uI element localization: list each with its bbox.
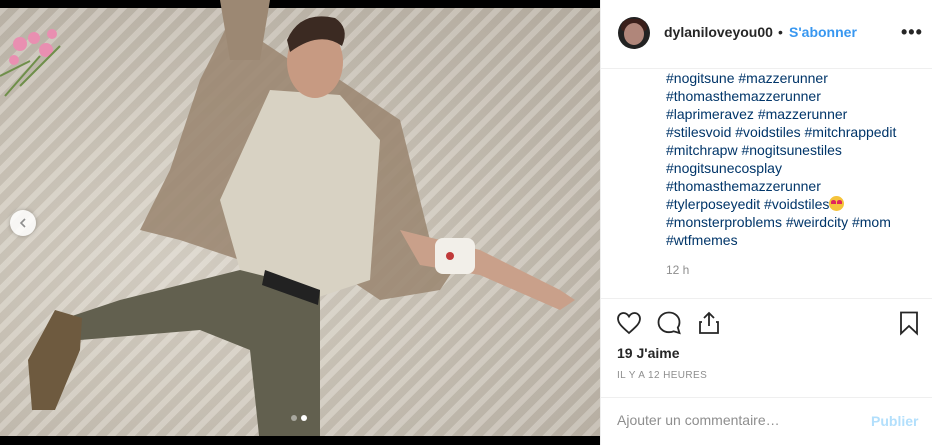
- media-bottom-edge: [0, 436, 600, 445]
- caption-line[interactable]: #thomasthemazzerunner: [666, 177, 928, 195]
- post-timestamp[interactable]: IL Y A 12 HEURES: [617, 370, 707, 381]
- likes-count[interactable]: 19 J'aime: [617, 345, 680, 361]
- caption-line[interactable]: #wtfmemes: [666, 231, 928, 249]
- carousel-indicator: [291, 415, 307, 421]
- caption-line[interactable]: #mitchrapw #nogitsunestiles: [666, 141, 928, 159]
- avatar[interactable]: [618, 17, 650, 49]
- action-bar: [601, 298, 932, 349]
- caption-line-with-emoji[interactable]: #tylerposeyedit #voidstiles: [666, 195, 928, 213]
- share-icon[interactable]: [695, 309, 723, 337]
- caption-line[interactable]: #stilesvoid #voidstiles #mitchrappedit: [666, 123, 928, 141]
- comment-icon[interactable]: [655, 309, 683, 337]
- carousel-dot-2: [301, 415, 307, 421]
- carousel-prev-button[interactable]: [10, 210, 36, 236]
- more-options-button[interactable]: •••: [901, 22, 923, 43]
- heart-icon[interactable]: [615, 309, 643, 337]
- caption-line[interactable]: #thomasthemazzerunner: [666, 87, 928, 105]
- caption-relative-time[interactable]: 12 h: [666, 263, 689, 277]
- post-media[interactable]: [0, 0, 600, 445]
- avatar-face: [624, 23, 644, 45]
- header-separator: •: [778, 24, 783, 40]
- comment-input[interactable]: [617, 412, 857, 428]
- caption-line[interactable]: #laprimeravez #mazzerunner: [666, 105, 928, 123]
- post-caption: #nogitsune #mazzerunner #thomasthemazzer…: [666, 69, 928, 249]
- caption-line[interactable]: #nogitsune #mazzerunner: [666, 69, 928, 87]
- carousel-dot-1: [291, 415, 297, 421]
- post-photo[interactable]: [0, 0, 600, 445]
- caption-line[interactable]: #monsterproblems #weirdcity #mom: [666, 213, 928, 231]
- bookmark-icon[interactable]: [895, 309, 923, 337]
- comment-bar: Publier: [601, 397, 932, 445]
- username-link[interactable]: dylaniloveyou00: [664, 24, 773, 40]
- heart-eyes-emoji-icon: [829, 196, 845, 211]
- post-sidebar: dylaniloveyou00 • S'abonner ••• #nogitsu…: [600, 0, 932, 445]
- post-header: dylaniloveyou00 • S'abonner •••: [601, 0, 932, 69]
- follow-button[interactable]: S'abonner: [789, 24, 857, 40]
- chevron-left-icon: [19, 218, 26, 228]
- caption-line[interactable]: #tylerposeyedit #voidstiles: [666, 196, 829, 212]
- person-figure: [28, 0, 575, 445]
- caption-line[interactable]: #nogitsunecosplay: [666, 159, 928, 177]
- publish-button[interactable]: Publier: [871, 413, 918, 429]
